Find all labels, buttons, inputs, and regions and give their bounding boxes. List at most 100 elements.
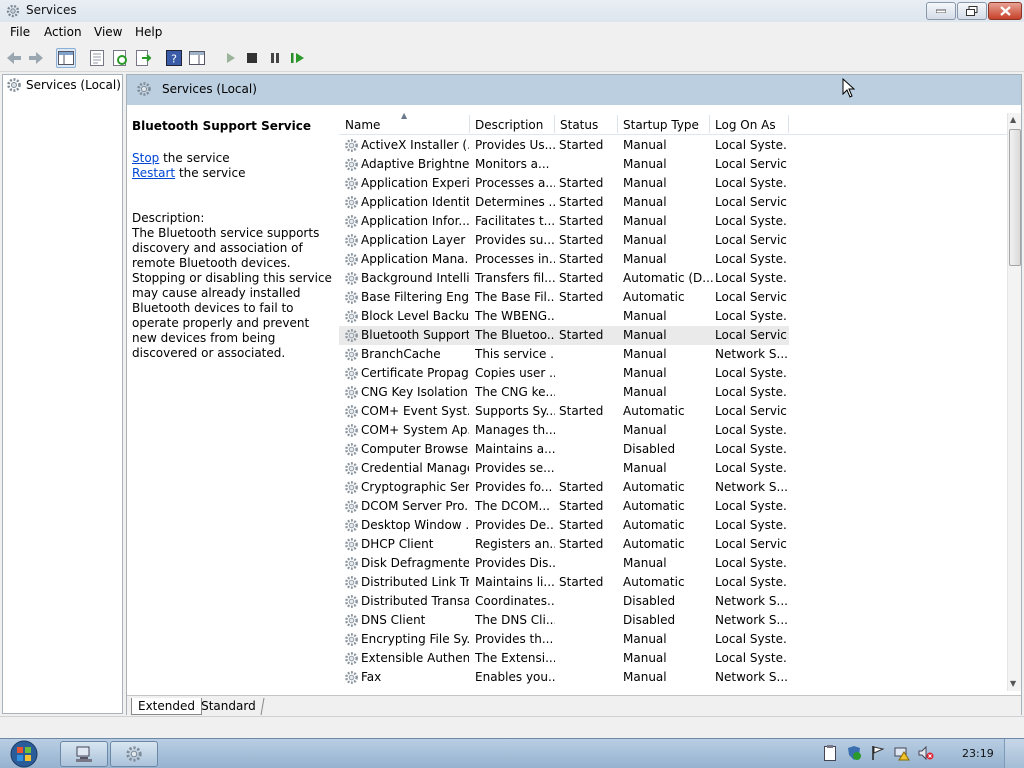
help-icon[interactable]: ?: [164, 48, 184, 68]
scroll-down-arrow-icon[interactable]: ▼: [1010, 679, 1016, 688]
mouse-pointer-icon: [842, 78, 856, 98]
menu-action[interactable]: Action: [44, 25, 82, 39]
service-gear-icon: [344, 157, 359, 172]
column-divider[interactable]: [554, 115, 555, 133]
table-row[interactable]: Fax Enables you... Manual Network S...: [339, 668, 789, 687]
taskbar-services-button[interactable]: [110, 741, 158, 767]
table-row[interactable]: Credential Manager Provides se... Manual Lo…: [339, 459, 789, 478]
tab-standard[interactable]: Standard: [193, 698, 265, 715]
scrollbar-thumb[interactable]: [1009, 129, 1021, 266]
service-detail-panel: Bluetooth Support Service Stop the servi…: [132, 119, 332, 361]
tree-item-services-local[interactable]: Services (Local): [6, 77, 121, 93]
table-row[interactable]: ActiveX Installer (... Provides Us... Star…: [339, 136, 789, 155]
table-row[interactable]: Adaptive Brightness Monitors a... Manual Lo…: [339, 155, 789, 174]
service-startup-type-cell: Manual: [623, 556, 667, 570]
vertical-scrollbar[interactable]: ▲ ▼: [1007, 113, 1021, 691]
close-button[interactable]: [988, 2, 1022, 20]
back-arrow-icon[interactable]: [4, 48, 24, 68]
table-row[interactable]: Application Layer ... Provides su... Start…: [339, 231, 789, 250]
table-row[interactable]: Distributed Link Tr... Maintains li... Sta…: [339, 573, 789, 592]
stop-service-link[interactable]: Stop: [132, 151, 159, 165]
security-shield-icon[interactable]: [846, 744, 862, 762]
refresh-icon[interactable]: [111, 48, 131, 68]
table-row[interactable]: DNS Client The DNS Cli... Disabled Network …: [339, 611, 789, 630]
scroll-up-arrow-icon[interactable]: ▲: [1010, 115, 1016, 124]
service-log-on-as-cell: Local Syste...: [715, 138, 787, 152]
start-service-icon[interactable]: [220, 48, 240, 68]
column-header-log-on-as[interactable]: Log On As: [715, 118, 776, 132]
services-gear-icon: [5, 3, 21, 19]
table-row[interactable]: BranchCache This service ... Manual Network…: [339, 345, 789, 364]
table-row[interactable]: Application Mana... Processes in... Starte…: [339, 250, 789, 269]
table-row[interactable]: COM+ System Ap... Manages th... Manual Loca…: [339, 421, 789, 440]
table-row[interactable]: Distributed Transa... Coordinates... Disab…: [339, 592, 789, 611]
pause-service-icon[interactable]: [265, 48, 285, 68]
title-bar[interactable]: Services: [0, 0, 1024, 22]
forward-arrow-icon[interactable]: [26, 48, 46, 68]
clipboard-icon[interactable]: [822, 744, 838, 762]
service-description-cell: The DCOM...: [475, 499, 550, 513]
table-row[interactable]: DCOM Server Pro... The DCOM... Started Auto…: [339, 497, 789, 516]
menu-help[interactable]: Help: [135, 25, 162, 39]
restart-service-link[interactable]: Restart: [132, 166, 175, 180]
column-divider[interactable]: [617, 115, 618, 133]
table-body: ActiveX Installer (... Provides Us... Star…: [339, 136, 1009, 687]
table-row[interactable]: Desktop Window ... Provides De... Started A…: [339, 516, 789, 535]
network-warning-icon[interactable]: [894, 744, 910, 762]
table-row[interactable]: Application Infor... Facilitates t... Star…: [339, 212, 789, 231]
service-log-on-as-cell: Local Service: [715, 404, 787, 418]
table-row[interactable]: Disk Defragmenter Provides Dis... Manual Lo…: [339, 554, 789, 573]
service-description-cell: The WBENG...: [475, 309, 555, 323]
table-row[interactable]: Computer Browser Maintains a... Disabled Lo…: [339, 440, 789, 459]
volume-muted-icon[interactable]: [918, 744, 934, 762]
table-row[interactable]: Extensible Authen... The Extensi... Manual…: [339, 649, 789, 668]
table-row[interactable]: Block Level Backu... The WBENG... Manual Lo…: [339, 307, 789, 326]
table-row[interactable]: Encrypting File Sy... Provides th... Manua…: [339, 630, 789, 649]
restart-service-icon[interactable]: [288, 48, 308, 68]
column-divider[interactable]: [709, 115, 710, 133]
table-row[interactable]: Application Identity Determines ... Starte…: [339, 193, 789, 212]
service-name-cell: Application Identity: [361, 195, 469, 209]
windows-logo-icon: [10, 740, 38, 768]
table-row[interactable]: COM+ Event Syst... Supports Sy... Started A…: [339, 402, 789, 421]
service-log-on-as-cell: Local Service: [715, 233, 787, 247]
table-row[interactable]: CNG Key Isolation The CNG ke... Manual Loca…: [339, 383, 789, 402]
menu-view[interactable]: View: [94, 25, 122, 39]
service-description-cell: Provides su...: [475, 233, 555, 247]
column-header-startup-type[interactable]: Startup Type: [623, 118, 699, 132]
column-header-status[interactable]: Status: [560, 118, 598, 132]
table-row[interactable]: Background Intelli... Transfers fil... Sta…: [339, 269, 789, 288]
column-header-description[interactable]: Description: [475, 118, 543, 132]
taskbar-clock[interactable]: 23:19: [962, 747, 994, 760]
stop-service-icon[interactable]: [242, 48, 262, 68]
service-name-cell: Disk Defragmenter: [361, 556, 469, 570]
service-log-on-as-cell: Network S...: [715, 480, 787, 494]
table-row[interactable]: Application Experi... Processes a... Start…: [339, 174, 789, 193]
column-divider[interactable]: [469, 115, 470, 133]
tab-extended[interactable]: Extended: [131, 698, 202, 715]
service-description-cell: The DNS Cli...: [475, 613, 555, 627]
table-row[interactable]: Bluetooth Support... The Bluetoo... Starte…: [339, 326, 789, 345]
menu-file[interactable]: File: [10, 25, 30, 39]
service-gear-icon: [344, 480, 359, 495]
service-gear-icon: [344, 385, 359, 400]
restore-button[interactable]: [957, 2, 987, 20]
show-desktop-button[interactable]: [1004, 739, 1024, 768]
start-button[interactable]: [4, 739, 44, 768]
table-row[interactable]: Base Filtering Engi... The Base Fil... Sta…: [339, 288, 789, 307]
properties-sheet-icon[interactable]: [87, 48, 107, 68]
table-row[interactable]: Certificate Propag... Copies user ... Manu…: [339, 364, 789, 383]
export-list-icon[interactable]: [134, 48, 154, 68]
console-tree-icon[interactable]: [56, 48, 76, 68]
show-hide-action-pane-icon[interactable]: [187, 48, 207, 68]
column-divider[interactable]: [788, 115, 789, 133]
table-row[interactable]: Cryptographic Ser... Provides fo... Starte…: [339, 478, 789, 497]
table-row[interactable]: DHCP Client Registers an... Started Automat…: [339, 535, 789, 554]
service-name-cell: Background Intelli...: [361, 271, 469, 285]
taskbar-computer-management-button[interactable]: [60, 741, 108, 767]
service-name-cell: CNG Key Isolation: [361, 385, 468, 399]
column-header-name[interactable]: Name: [345, 118, 380, 132]
minimize-button[interactable]: [926, 2, 956, 20]
action-center-flag-icon[interactable]: [870, 744, 886, 762]
service-status-cell: Started: [559, 518, 604, 532]
